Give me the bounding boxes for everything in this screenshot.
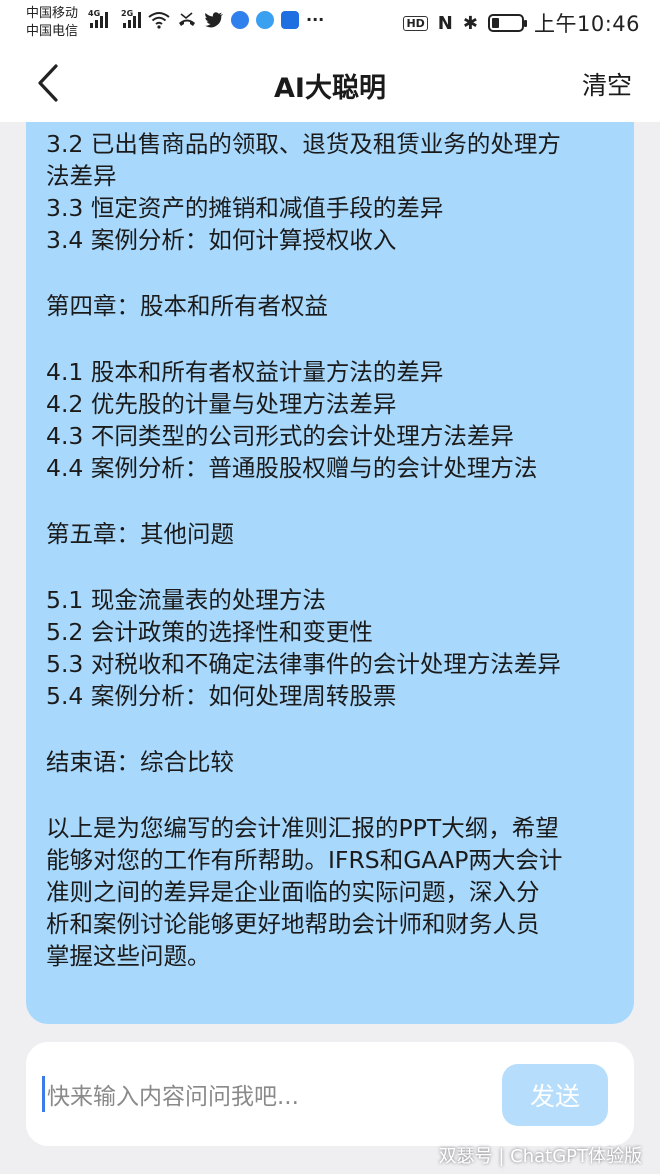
signal-icon: 4G (88, 8, 108, 28)
status-icons-right: HD N ✱ 上午10:46 (403, 8, 640, 38)
missed-call-icon (179, 11, 195, 26)
watermark: 双瑟号 | ChatGPT体验版 (438, 1146, 642, 1167)
nfc-icon: N (437, 12, 453, 34)
hd-voice-icon: HD (403, 15, 428, 31)
message-line: 4.4 案例分析：普通股股权赠与的会计处理方法 (46, 454, 538, 482)
chat-screen: 中国移动 中国电信 4G 2G ··· HD N ✱ 上午10:46 AI大聪明… (0, 0, 660, 1174)
cloud-app-icon (256, 10, 274, 29)
signal-icon-2: 2G (121, 8, 141, 28)
message-line: 法差异 (46, 162, 117, 190)
chapter-heading: 第四章：股本和所有者权益 (46, 292, 328, 320)
closing-line: 以上是为您编写的会计准则汇报的PPT大纲，希望 (46, 814, 559, 842)
status-bar: 中国移动 中国电信 4G 2G ··· HD N ✱ 上午10:46 (0, 0, 660, 46)
bluetooth-icon: ✱ (462, 12, 478, 34)
text-caret (42, 1076, 45, 1112)
message-line: 4.3 不同类型的公司形式的会计处理方法差异 (46, 422, 514, 450)
clock: 上午10:46 (533, 12, 640, 36)
carrier-1: 中国移动 (26, 6, 79, 21)
carrier-info: 中国移动 中国电信 (26, 5, 78, 41)
network-type-1: 4G (88, 8, 101, 18)
input-placeholder: 快来输入内容问问我吧... (47, 1084, 299, 1110)
message-line: 3.2 已出售商品的领取、退货及租赁业务的处理方 (46, 130, 561, 158)
status-icons-left: 4G 2G ··· (88, 8, 325, 30)
closing-line: 掌握这些问题。 (46, 942, 211, 970)
message-line: 5.1 现金流量表的处理方法 (46, 586, 326, 614)
closing-line: 能够对您的工作有所帮助。IFRS和GAAP两大会计 (46, 846, 563, 874)
carrier-2: 中国电信 (26, 24, 79, 39)
page-title: AI大聪明 (274, 73, 386, 104)
message-line: 4.1 股本和所有者权益计量方法的差异 (46, 358, 444, 386)
wifi-icon (148, 11, 170, 29)
chapter-heading: 第五章：其他问题 (46, 520, 234, 548)
ai-message-bubble: 3.2 已出售商品的领取、退货及租赁业务的处理方 法差异 3.3 恒定资产的摊销… (26, 122, 634, 1024)
network-type-2: 2G (121, 8, 134, 18)
closing-line: 析和案例讨论能够更好地帮助会计师和财务人员 (46, 910, 540, 938)
chat-area[interactable]: 3.2 已出售商品的领取、退货及租赁业务的处理方 法差异 3.3 恒定资产的摊销… (0, 122, 660, 1032)
send-button[interactable]: 发送 (502, 1064, 608, 1126)
bulb-app-icon (281, 10, 299, 29)
message-composer: 快来输入内容问问我吧... 发送 (26, 1042, 634, 1146)
message-input[interactable]: 快来输入内容问问我吧... (42, 1072, 502, 1116)
more-notifications-icon: ··· (306, 10, 325, 29)
message-line: 5.4 案例分析：如何处理周转股票 (46, 682, 397, 710)
clear-button[interactable]: 清空 (582, 66, 632, 102)
browser-icon (231, 10, 249, 29)
battery-icon (487, 14, 527, 32)
message-line: 3.3 恒定资产的摊销和减值手段的差异 (46, 194, 444, 222)
message-line: 4.2 优先股的计量与处理方法差异 (46, 390, 397, 418)
message-line: 5.2 会计政策的选择性和变更性 (46, 618, 373, 646)
app-header: AI大聪明 清空 (0, 46, 660, 122)
twitter-icon (204, 11, 223, 27)
conclusion-heading: 结束语：综合比较 (46, 748, 234, 776)
message-line: 3.4 案例分析：如何计算授权收入 (46, 226, 397, 254)
message-line: 5.3 对税收和不确定法律事件的会计处理方法差异 (46, 650, 561, 678)
closing-line: 准则之间的差异是企业面临的实际问题，深入分 (46, 878, 540, 906)
